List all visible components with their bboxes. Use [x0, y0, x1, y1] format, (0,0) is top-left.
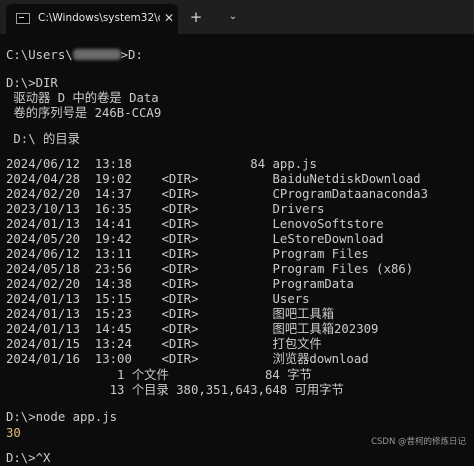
dir-entry: 2024/01/13 15:23 <DIR> 图吧工具箱 [6, 307, 335, 321]
dir-entry: 2023/10/13 16:35 <DIR> Drivers [6, 202, 325, 216]
node-output: 30 [6, 426, 21, 440]
dir-entry: 2024/01/13 14:45 <DIR> 图吧工具箱202309 [6, 322, 379, 336]
watermark: CSDN @昔柯的修炼日记 [371, 437, 466, 447]
directory-of-line: D:\ 的目录 [6, 132, 80, 146]
dir-entry: 2024/02/20 14:38 <DIR> ProgramData [6, 277, 354, 291]
terminal-tab[interactable]: C:\Windows\system32\cmd.e: ✕ [6, 4, 178, 34]
dir-entry: 2024/06/12 13:18 84 app.js [6, 157, 317, 171]
dir-entry: 2024/01/13 15:15 <DIR> Users [6, 292, 310, 306]
user-prompt-line: C:\Users\ >D: [6, 47, 143, 63]
tab-title: C:\Windows\system32\cmd.e: [38, 12, 160, 24]
user-path-suffix: >D: [120, 48, 143, 62]
title-bar: C:\Windows\system32\cmd.e: ✕ + ⌄ [0, 0, 474, 34]
close-tab-icon[interactable]: ✕ [162, 10, 176, 26]
user-path-prefix: C:\Users\ [6, 48, 73, 62]
current-prompt[interactable]: D:\>^X [6, 450, 50, 466]
dir-entry: 2024/05/18 23:56 <DIR> Program Files (x8… [6, 262, 414, 276]
dir-command-line: D:\>DIR [6, 76, 58, 90]
node-command-line: D:\>node app.js [6, 410, 118, 424]
dir-entry: 2024/02/20 14:37 <DIR> CProgramDataanaco… [6, 187, 428, 201]
dir-entry: 2024/05/20 19:42 <DIR> LeStoreDownload [6, 232, 384, 246]
serial-line: 卷的序列号是 246B-CCA9 [6, 106, 162, 120]
chevron-down-icon[interactable]: ⌄ [226, 9, 240, 25]
dir-entry: 2024/06/12 13:11 <DIR> Program Files [6, 247, 369, 261]
dir-entry: 2024/04/28 19:02 <DIR> BaiduNetdiskDownl… [6, 172, 421, 186]
dir-entry: 2024/01/15 13:24 <DIR> 打包文件 [6, 337, 322, 351]
volume-line: 驱动器 D 中的卷是 Data [6, 91, 159, 105]
console-icon [16, 13, 30, 24]
dir-entry: 2024/01/16 13:00 <DIR> 浏览器download [6, 352, 369, 366]
new-tab-icon[interactable]: + [188, 9, 204, 25]
summary-files: 1 个文件 84 字节 [6, 368, 312, 382]
dir-entry: 2024/01/13 14:41 <DIR> LenovoSoftstore [6, 217, 384, 231]
summary-dirs: 13 个目录 380,351,643,648 可用字节 [6, 383, 344, 397]
terminal-output[interactable]: C:\Users\ >D: D:\>DIR 驱动器 D 中的卷是 Data 卷的序… [0, 34, 474, 465]
redacted-username [72, 49, 121, 60]
